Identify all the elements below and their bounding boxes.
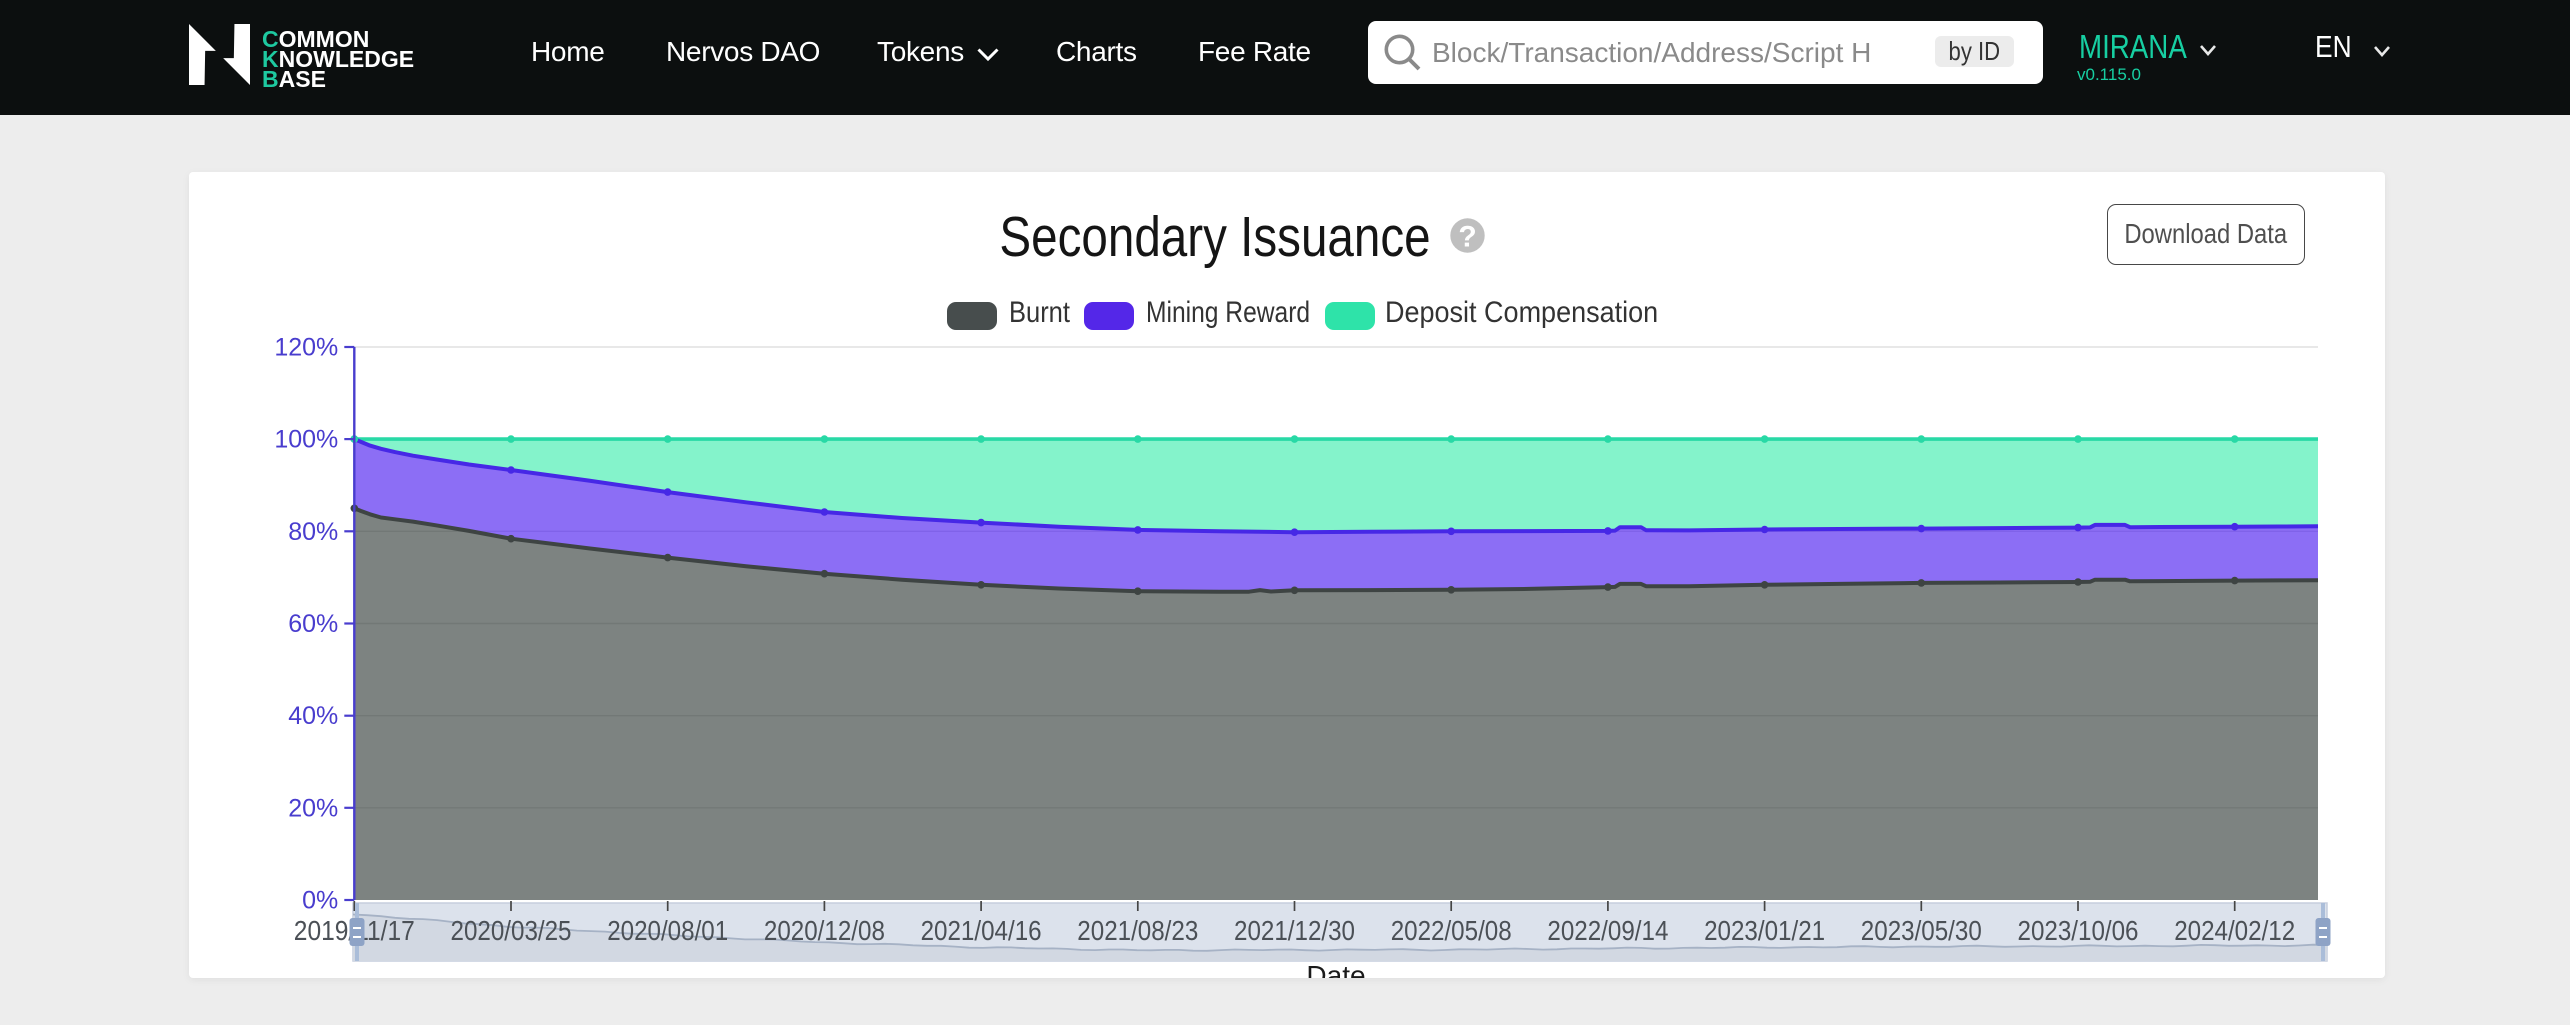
svg-text:2023/01/21: 2023/01/21 xyxy=(1704,915,1825,946)
svg-text:2023/05/30: 2023/05/30 xyxy=(1861,915,1982,946)
svg-text:2021/08/23: 2021/08/23 xyxy=(1077,915,1198,946)
svg-text:2020/08/01: 2020/08/01 xyxy=(607,915,728,946)
svg-text:80%: 80% xyxy=(288,518,338,546)
svg-text:40%: 40% xyxy=(288,702,338,730)
svg-text:2021/04/16: 2021/04/16 xyxy=(921,915,1042,946)
svg-text:2020/03/25: 2020/03/25 xyxy=(451,915,572,946)
svg-text:100%: 100% xyxy=(274,426,338,454)
svg-text:0%: 0% xyxy=(302,887,338,915)
svg-text:2024/02/12: 2024/02/12 xyxy=(2174,915,2295,946)
svg-text:2022/05/08: 2022/05/08 xyxy=(1391,915,1512,946)
svg-text:120%: 120% xyxy=(274,334,338,362)
svg-text:2023/10/06: 2023/10/06 xyxy=(2018,915,2139,946)
svg-text:60%: 60% xyxy=(288,610,338,638)
svg-text:2020/12/08: 2020/12/08 xyxy=(764,915,885,946)
svg-text:20%: 20% xyxy=(288,794,338,822)
svg-text:2021/12/30: 2021/12/30 xyxy=(1234,915,1355,946)
svg-text:2022/09/14: 2022/09/14 xyxy=(1547,915,1668,946)
